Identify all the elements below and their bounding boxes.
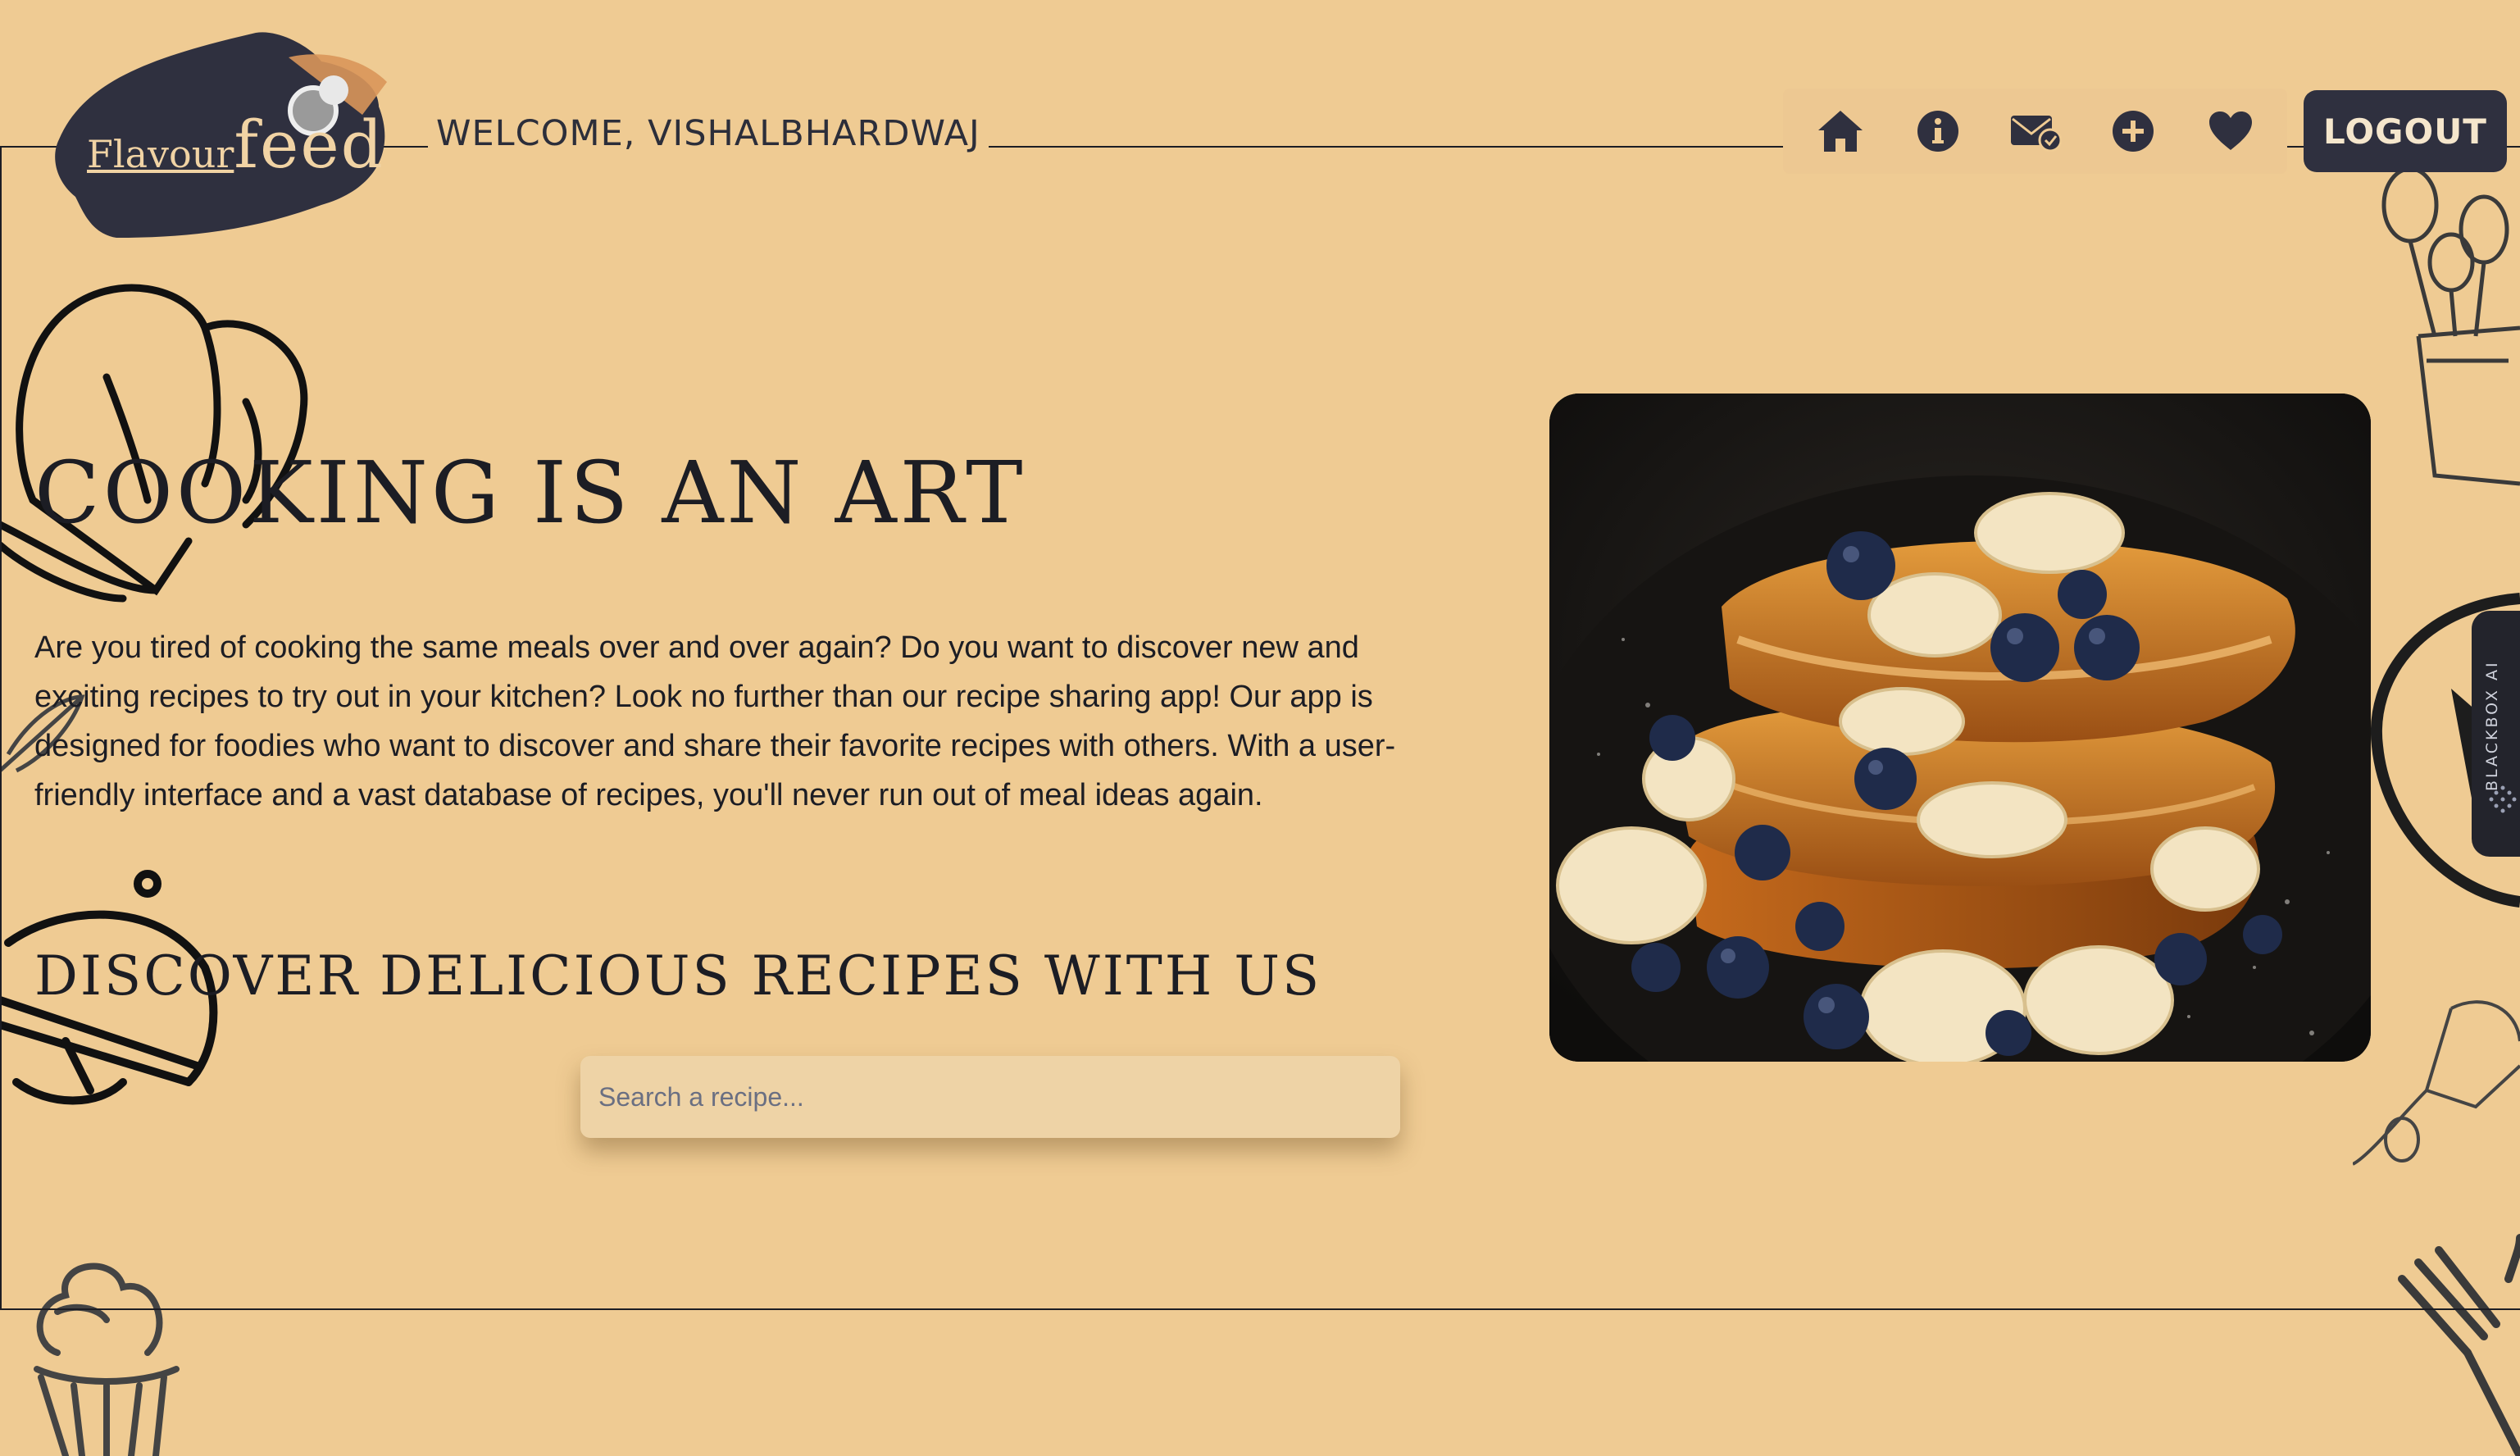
logo-text-feed: feed [234,107,384,183]
discover-heading: DISCOVER DELICIOUS RECIPES WITH US [34,944,1322,1008]
home-icon [1817,111,1863,152]
logo-text-flavour: Flavour [87,132,234,176]
nav-contact[interactable] [2007,102,2064,160]
fork-doodle [2398,1234,2520,1456]
logo-wordmark: Flavourfeed [87,107,384,183]
chef-hat-doodle [0,284,308,603]
blackbox-dots-icon [2489,785,2517,813]
mixer-doodle [2353,1000,2520,1166]
nav-favorites[interactable] [2202,102,2259,160]
top-nav [1783,89,2287,174]
french-toast-illustration [1549,394,2371,1062]
logo[interactable]: Flavourfeed [51,25,395,246]
hero-food-image [1549,394,2371,1062]
cupcake-doodle [34,1263,180,1456]
frame-line-left [0,146,2,1310]
heart-icon [2208,111,2252,150]
frame-line-bottom [0,1308,2520,1310]
utensil-cup-doodle [2381,166,2520,486]
nav-about[interactable] [1909,102,1967,160]
hero-headline: COOKING IS AN ART [34,443,1026,543]
search-input[interactable] [580,1056,1400,1138]
plus-circle-icon [2112,111,2154,152]
info-icon [1917,111,1958,152]
hero-intro-text: Are you tired of cooking the same meals … [34,630,1396,812]
mail-check-icon [2010,116,2062,152]
welcome-message: WELCOME, VISHALBHARDWAJ [428,110,989,157]
nav-home[interactable] [1812,102,1869,160]
blackbox-ai-tab[interactable]: BLACKBOX AI [2472,611,2520,857]
page: Flavourfeed WELCOME, VISHALBHARDWAJ LOGO… [0,0,2520,1456]
nav-add-recipe[interactable] [2104,102,2162,160]
logout-button[interactable]: LOGOUT [2304,90,2507,172]
